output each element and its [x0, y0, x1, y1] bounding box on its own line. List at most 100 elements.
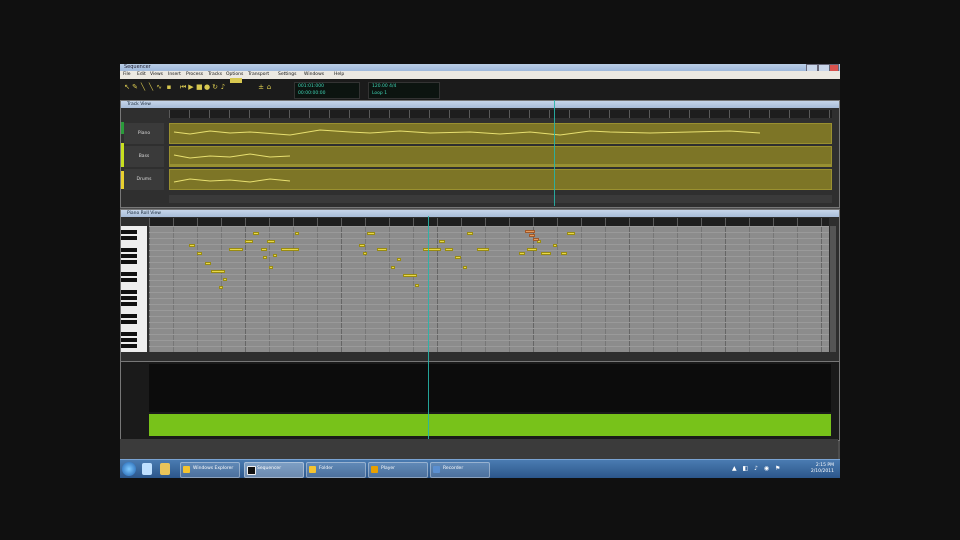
midi-note[interactable] [269, 266, 273, 269]
scrub-tool-icon[interactable]: ∿ [156, 83, 162, 91]
midi-note[interactable] [367, 232, 375, 235]
midi-note[interactable] [463, 266, 467, 269]
midi-note[interactable] [477, 248, 489, 251]
midi-note[interactable] [229, 248, 243, 251]
menu-edit[interactable]: Edit [137, 71, 146, 79]
menu-process[interactable]: Process [186, 71, 203, 79]
midi-note[interactable] [253, 232, 259, 235]
midi-note[interactable] [281, 248, 299, 251]
menu-help[interactable]: Help [334, 71, 344, 79]
midi-note[interactable] [377, 248, 387, 251]
midi-note[interactable] [261, 248, 267, 251]
midi-note[interactable] [541, 252, 551, 255]
midi-note[interactable] [455, 256, 461, 259]
marker-icon[interactable] [230, 78, 242, 83]
midi-note[interactable] [223, 278, 227, 281]
menu-views[interactable]: Views [150, 71, 163, 79]
track-clip-bass[interactable] [169, 146, 832, 167]
menu-insert[interactable]: Insert [168, 71, 181, 79]
midi-note[interactable] [359, 244, 365, 247]
midi-note[interactable] [567, 232, 575, 235]
menu-windows[interactable]: Windows [304, 71, 324, 79]
midi-note[interactable] [423, 248, 441, 251]
stop-icon[interactable]: ■ [196, 83, 203, 91]
midi-note[interactable] [189, 244, 195, 247]
menu-file[interactable]: File [123, 71, 131, 79]
selected-midi-note[interactable] [529, 234, 535, 237]
black-key[interactable] [121, 230, 137, 234]
black-key[interactable] [121, 344, 137, 348]
piano-roll-scrollbar[interactable] [830, 226, 836, 352]
selected-midi-note[interactable] [533, 238, 539, 241]
track-timeline-ruler[interactable] [169, 110, 832, 118]
midi-note[interactable] [391, 266, 395, 269]
midi-note[interactable] [197, 252, 202, 255]
piano-keyboard[interactable] [121, 226, 147, 352]
black-key[interactable] [121, 332, 137, 336]
ie-icon[interactable] [142, 463, 152, 475]
zoom-icon[interactable]: ± [258, 83, 264, 91]
track-clip-piano[interactable] [169, 123, 832, 144]
folder-icon[interactable] [160, 463, 170, 475]
rewind-icon[interactable]: ⏮ [180, 83, 186, 91]
play-icon[interactable]: ▶ [188, 83, 194, 91]
snap-icon[interactable]: ▪ [166, 83, 172, 91]
controller-lane[interactable] [149, 364, 831, 412]
black-key[interactable] [121, 260, 137, 264]
track-clip-drums[interactable] [169, 169, 832, 190]
track-name-drums[interactable]: Drums [124, 169, 164, 190]
track-scrollbar[interactable] [169, 195, 832, 203]
clock[interactable]: 2:15 PM 2/10/2011 [811, 463, 834, 475]
midi-note[interactable] [211, 270, 225, 273]
start-button[interactable] [122, 462, 136, 476]
playback-cursor[interactable] [428, 216, 429, 441]
selected-midi-note[interactable] [525, 230, 535, 233]
midi-note[interactable] [519, 252, 525, 255]
taskbar-button-folder[interactable]: Folder [306, 462, 366, 478]
menu-transport[interactable]: Transport [248, 71, 269, 79]
black-key[interactable] [121, 254, 137, 258]
record-icon[interactable]: ● [204, 83, 210, 91]
erase-tool-icon[interactable]: ╲ [148, 83, 154, 91]
midi-note[interactable] [397, 258, 401, 261]
pencil-tool-icon[interactable]: ✎ [132, 83, 138, 91]
track-playback-cursor[interactable] [554, 100, 555, 206]
midi-note[interactable] [263, 256, 267, 259]
black-key[interactable] [121, 272, 137, 276]
midi-note[interactable] [205, 262, 211, 265]
black-key[interactable] [121, 296, 137, 300]
midi-note[interactable] [467, 232, 473, 235]
note-grid[interactable] [149, 226, 829, 352]
menu-settings[interactable]: Settings [278, 71, 296, 79]
black-key[interactable] [121, 248, 137, 252]
black-key[interactable] [121, 320, 137, 324]
draw-tool-icon[interactable]: ╲ [140, 83, 146, 91]
black-key[interactable] [121, 338, 137, 342]
system-tray[interactable]: ▲ ◧ ♪ ◉ ⚑ [732, 465, 802, 473]
taskbar-button-sequencer[interactable]: Sequencer [244, 462, 304, 478]
midi-note[interactable] [415, 284, 419, 287]
midi-note[interactable] [553, 244, 557, 247]
taskbar-button-recorder[interactable]: Recorder [430, 462, 490, 478]
black-key[interactable] [121, 314, 137, 318]
track-name-bass[interactable]: Bass [124, 146, 164, 167]
black-key[interactable] [121, 302, 137, 306]
midi-note[interactable] [403, 274, 417, 277]
midi-note[interactable] [439, 240, 445, 243]
midi-note[interactable] [219, 286, 223, 289]
select-tool-icon[interactable]: ↖ [124, 83, 130, 91]
view-icon[interactable]: ⌂ [266, 83, 272, 91]
midi-note[interactable] [245, 240, 253, 243]
menu-tracks[interactable]: Tracks [208, 71, 222, 79]
midi-note[interactable] [561, 252, 567, 255]
track-name-piano[interactable]: Piano [124, 123, 164, 144]
black-key[interactable] [121, 236, 137, 240]
midi-note[interactable] [363, 252, 367, 255]
loop-icon[interactable]: ↻ [212, 83, 218, 91]
midi-note[interactable] [527, 248, 537, 251]
black-key[interactable] [121, 290, 137, 294]
metronome-icon[interactable]: ♪ [220, 83, 226, 91]
velocity-bar[interactable] [149, 414, 831, 436]
midi-note[interactable] [273, 254, 277, 257]
piano-roll-ruler[interactable] [149, 218, 829, 226]
